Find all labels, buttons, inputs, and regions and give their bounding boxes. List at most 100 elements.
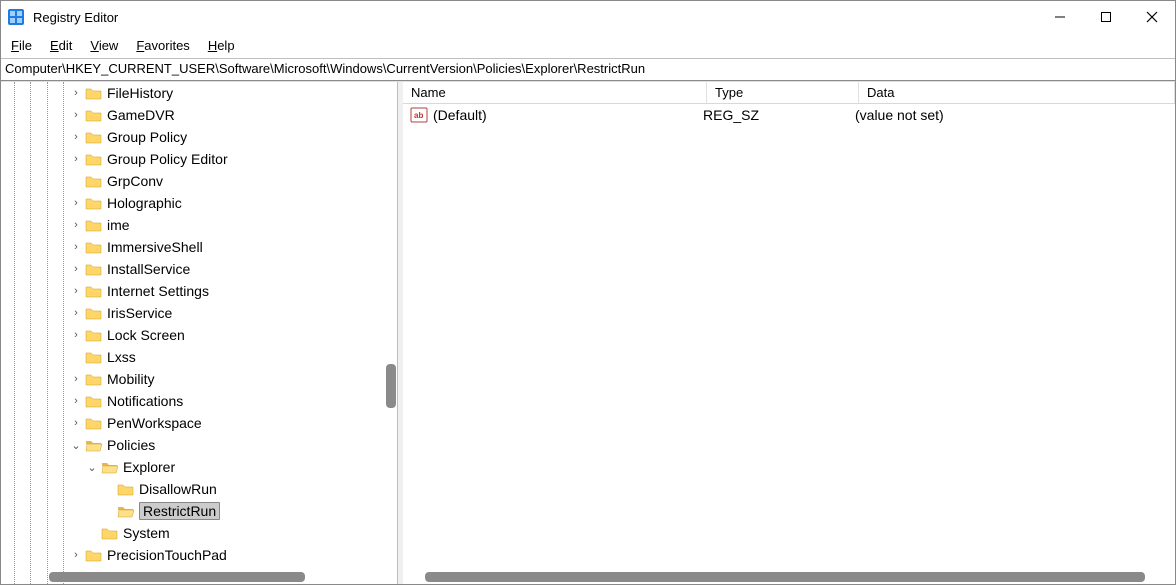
tree-horizontal-scrollbar[interactable] [49,572,305,582]
list-body[interactable]: (Default)REG_SZ(value not set) [403,104,1175,584]
tree-item[interactable]: › ime [1,214,397,236]
registry-editor-window: Registry Editor File Edit View Favorites… [0,0,1176,585]
address-bar[interactable]: Computer\HKEY_CURRENT_USER\Software\Micr… [1,59,1175,81]
tree-item-label: Policies [107,437,155,453]
chevron-right-icon[interactable]: › [69,307,83,319]
tree-item[interactable]: › PenWorkspace [1,412,397,434]
tree-item-label: PrecisionTouchPad [107,547,227,563]
tree-item-label: ImmersiveShell [107,239,203,255]
chevron-right-icon[interactable]: › [69,285,83,297]
folder-icon [85,240,103,254]
folder-icon [85,130,103,144]
window-title: Registry Editor [33,10,118,25]
column-type[interactable]: Type [707,82,859,103]
chevron-right-icon[interactable]: › [69,109,83,121]
chevron-right-icon[interactable]: › [69,329,83,341]
menu-help[interactable]: Help [204,36,239,55]
tree-item[interactable]: › IrisService [1,302,397,324]
minimize-button[interactable] [1037,1,1083,33]
tree-item[interactable]: RestrictRun [1,500,397,522]
menubar: File Edit View Favorites Help [1,33,1175,59]
tree-item[interactable]: › Lock Screen [1,324,397,346]
tree-item[interactable]: › FileHistory [1,82,397,104]
maximize-icon [1100,11,1112,23]
value-row[interactable]: (Default)REG_SZ(value not set) [403,104,1175,126]
tree-item-label: PenWorkspace [107,415,202,431]
chevron-right-icon[interactable]: › [69,417,83,429]
close-button[interactable] [1129,1,1175,33]
menu-view[interactable]: View [86,36,122,55]
menu-edit[interactable]: Edit [46,36,76,55]
chevron-right-icon[interactable]: › [69,395,83,407]
maximize-button[interactable] [1083,1,1129,33]
chevron-right-icon[interactable]: › [69,219,83,231]
value-data: (value not set) [855,107,1175,123]
tree-item[interactable]: › ImmersiveShell [1,236,397,258]
tree-item-label: RestrictRun [139,502,220,520]
tree-item[interactable]: ›InstallService [1,258,397,280]
tree-item-label: Lxss [107,349,136,365]
chevron-right-icon[interactable]: › [69,87,83,99]
folder-icon [85,548,103,562]
tree-item-label: ime [107,217,130,233]
tree-item-label: GrpConv [107,173,163,189]
tree-item-label: Explorer [123,459,175,475]
tree-item[interactable]: ›Internet Settings [1,280,397,302]
tree-item[interactable]: ›Mobility [1,368,397,390]
tree-vertical-scrollbar[interactable] [386,364,396,408]
chevron-right-icon[interactable]: › [69,549,83,561]
chevron-down-icon[interactable]: ⌄ [85,461,99,474]
tree-item-label: GameDVR [107,107,175,123]
tree-item[interactable]: System [1,522,397,544]
tree-item-label: Notifications [107,393,183,409]
titlebar: Registry Editor [1,1,1175,33]
folder-icon [85,394,103,408]
list-horizontal-scrollbar[interactable] [425,572,1145,582]
folder-icon [85,328,103,342]
value-name: (Default) [433,107,703,123]
column-data[interactable]: Data [859,82,1175,103]
chevron-right-icon[interactable]: › [69,373,83,385]
tree-item[interactable]: ⌄ Explorer [1,456,397,478]
tree-item-label: IrisService [107,305,172,321]
folder-icon [85,218,103,232]
minimize-icon [1054,11,1066,23]
folder-icon [85,306,103,320]
tree-item[interactable]: GrpConv [1,170,397,192]
tree-item[interactable]: › Notifications [1,390,397,412]
chevron-down-icon[interactable]: ⌄ [69,439,83,452]
tree-item[interactable]: › Group Policy [1,126,397,148]
menu-favorites[interactable]: Favorites [132,36,193,55]
folder-icon [85,372,103,386]
chevron-right-icon[interactable]: › [69,197,83,209]
tree-item[interactable]: ›Holographic [1,192,397,214]
tree-item-label: Group Policy [107,129,187,145]
tree-item[interactable]: ⌄ Policies [1,434,397,456]
menu-file[interactable]: File [7,36,36,55]
folder-icon [85,262,103,276]
folder-icon [117,482,135,496]
folder-icon [85,196,103,210]
tree-item[interactable]: › GameDVR [1,104,397,126]
folder-icon [85,284,103,298]
tree-pane: › FileHistory › GameDVR › Group Policy ›Group … [1,82,398,584]
reg-string-icon [409,106,429,124]
folder-icon [85,350,103,364]
chevron-right-icon[interactable]: › [69,153,83,165]
chevron-right-icon[interactable]: › [69,263,83,275]
tree-item[interactable]: DisallowRun [1,478,397,500]
chevron-right-icon[interactable]: › [69,131,83,143]
column-name[interactable]: Name [403,82,707,103]
tree-item[interactable]: › PrecisionTouchPad [1,544,397,566]
tree-item-label: FileHistory [107,85,173,101]
folder-open-icon [85,438,103,452]
chevron-right-icon[interactable]: › [69,241,83,253]
tree-item[interactable]: ›Group Policy Editor [1,148,397,170]
tree-item-label: Lock Screen [107,327,185,343]
tree-item-label: DisallowRun [139,481,217,497]
tree-item[interactable]: Lxss [1,346,397,368]
folder-icon [85,174,103,188]
tree-content[interactable]: › FileHistory › GameDVR › Group Policy ›Group … [1,82,397,566]
close-icon [1146,11,1158,23]
folder-icon [85,86,103,100]
